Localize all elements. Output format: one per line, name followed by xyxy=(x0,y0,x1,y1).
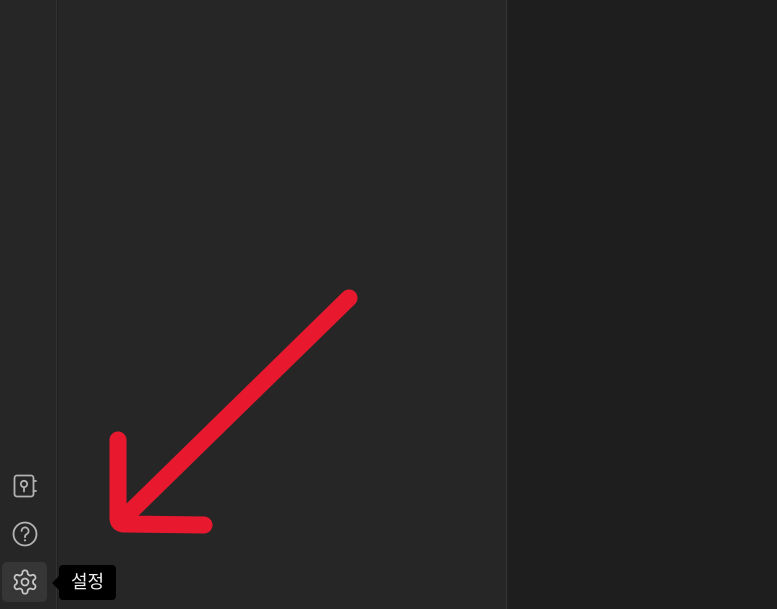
left-ribbon xyxy=(0,0,57,609)
app-window: 설정 xyxy=(0,0,777,609)
open-vault-button[interactable] xyxy=(2,466,47,506)
gear-icon xyxy=(13,569,36,595)
settings-button[interactable] xyxy=(2,562,47,602)
vault-icon xyxy=(13,474,37,498)
help-circle-icon xyxy=(12,521,37,547)
settings-tooltip: 설정 xyxy=(59,565,117,600)
help-button[interactable] xyxy=(2,514,47,554)
sidebar-panel xyxy=(58,0,507,609)
tooltip-caret xyxy=(52,576,59,590)
editor-area xyxy=(508,0,777,609)
